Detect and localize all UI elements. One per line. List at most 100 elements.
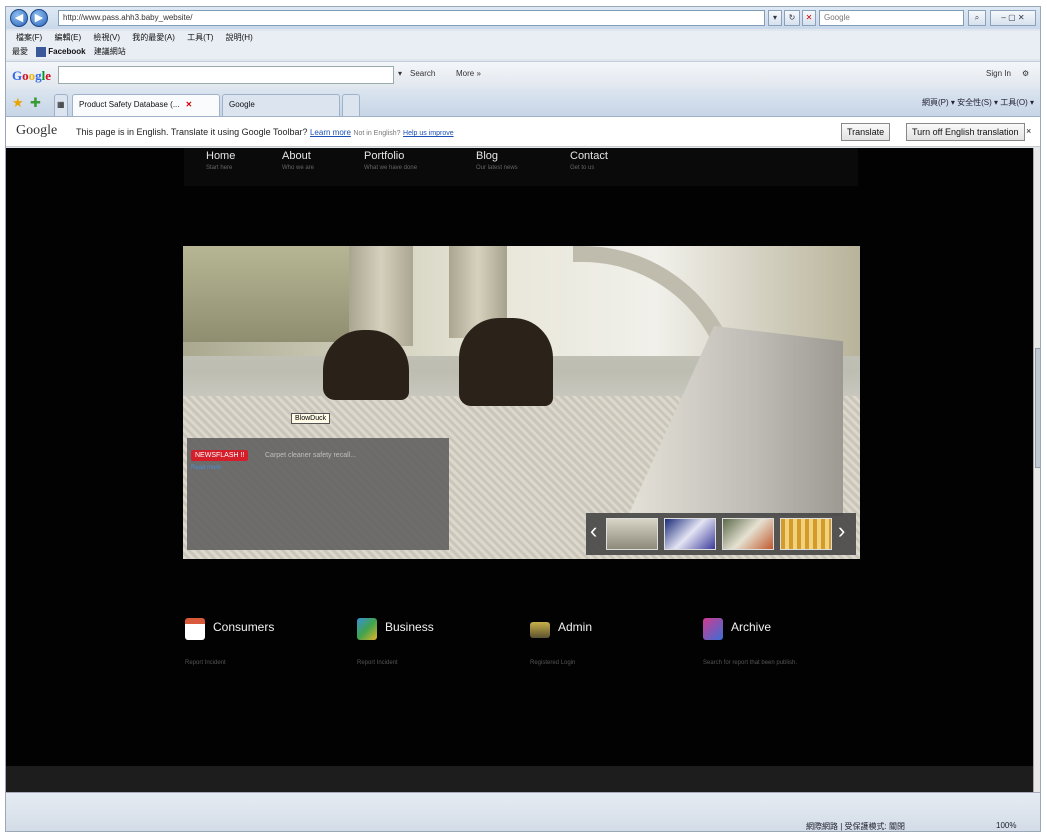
translate-bar: Google This page is in English. Translat…	[6, 117, 1040, 147]
hero-slider[interactable]: BlowDuck NEWSFLASH !! Carpet cleaner saf…	[183, 246, 860, 559]
nav-portfolio-title: Portfolio	[364, 150, 405, 162]
status-bar: 網際網路 | 受保護模式: 關閉 100%	[6, 792, 1040, 831]
slide-thumbnail[interactable]	[780, 518, 832, 550]
command-bar[interactable]: 網頁(P) ▾ 安全性(S) ▾ 工具(O) ▾	[922, 97, 1034, 108]
back-button[interactable]: ◀	[10, 9, 28, 27]
feature-subtitle: Report Incident	[185, 660, 226, 666]
favorites-bar: 最愛 Facebook 建議網站	[6, 45, 1040, 59]
google-toolbar-search-button[interactable]: Search	[410, 69, 435, 78]
nav-portfolio[interactable]: Portfolio What we have done	[364, 150, 417, 171]
stop-icon[interactable]: ✕	[802, 10, 816, 26]
wrench-icon[interactable]: ⚙	[1022, 69, 1029, 78]
help-improve-link[interactable]: Help us improve	[403, 130, 454, 137]
google-toolbar-more[interactable]: More »	[456, 69, 481, 78]
facebook-icon	[36, 46, 47, 57]
nav-home-sub: Start here	[206, 165, 233, 171]
calendar-icon	[185, 618, 205, 640]
google-toolbar: Google ▾ Search More » Sign In ⚙	[6, 61, 1040, 87]
nav-contact-title: Contact	[570, 150, 608, 162]
page-viewport: Home Start here About Who we are Portfol…	[6, 148, 1033, 792]
address-dropdown-button[interactable]: ▾	[768, 10, 782, 26]
feature-title: Archive	[731, 620, 772, 634]
close-translate-bar-icon[interactable]: ×	[1026, 123, 1031, 141]
nav-about[interactable]: About Who we are	[282, 150, 314, 171]
menu-help[interactable]: 說明(H)	[226, 31, 253, 45]
tab-label: Product Safety Database (...	[79, 100, 180, 109]
google-toolbar-dropdown[interactable]: ▾	[398, 69, 402, 78]
browser-window: ◀ ▶ http://www.pass.ahh3.baby_website/ ▾…	[5, 6, 1041, 832]
menu-favorites[interactable]: 我的最愛(A)	[132, 31, 175, 45]
favorites-facebook-label: Facebook	[48, 47, 86, 56]
translate-message-text: This page is in English. Translate it us…	[76, 127, 308, 137]
slide-thumbnail[interactable]	[722, 518, 774, 550]
translate-button[interactable]: Translate	[841, 123, 891, 141]
tab-product-safety[interactable]: Product Safety Database (... ✕	[72, 94, 220, 116]
hero-photo-couch	[183, 246, 363, 342]
archive-icon	[703, 618, 723, 640]
zoom-level[interactable]: 100%	[996, 821, 1016, 830]
learn-more-link[interactable]: Learn more	[310, 128, 351, 137]
security-zone[interactable]: 網際網路 | 受保護模式: 關閉	[806, 821, 905, 831]
turn-off-translation-button[interactable]: Turn off English translation	[906, 123, 1025, 141]
translate-google-logo: Google	[16, 123, 58, 138]
menu-edit[interactable]: 編輯(E)	[54, 31, 81, 45]
window-controls[interactable]: – ▢ ✕	[990, 10, 1036, 26]
hero-photo-shoe	[323, 330, 409, 400]
google-toolbar-logo: Google	[12, 68, 52, 83]
menu-bar: 檔案(F) 編輯(E) 檢視(V) 我的最愛(A) 工具(T) 說明(H)	[6, 31, 1040, 45]
tab-google[interactable]: Google	[222, 94, 340, 116]
menu-view[interactable]: 檢視(V)	[93, 31, 120, 45]
hero-photo-shoe	[459, 318, 553, 406]
slider-thumbnails: ‹ ›	[586, 513, 856, 555]
not-english-link[interactable]: Not in English?	[353, 130, 400, 137]
vertical-scrollbar[interactable]	[1033, 148, 1040, 792]
chevron-right-icon[interactable]: ›	[838, 518, 845, 544]
address-input[interactable]: http://www.pass.ahh3.baby_website/	[58, 10, 765, 26]
favorites-facebook[interactable]: Facebook	[36, 46, 86, 57]
feature-subtitle: Report Incident	[357, 660, 398, 666]
site-navigation: Home Start here About Who we are Portfol…	[184, 148, 858, 186]
chevron-left-icon[interactable]: ‹	[590, 518, 597, 544]
favorites-suggested[interactable]: 建議網站	[94, 47, 126, 56]
feature-title: Business	[385, 620, 434, 634]
nav-blog-sub: Our latest news	[476, 165, 518, 171]
newsflash-badge: NEWSFLASH !!	[191, 450, 249, 461]
nav-home[interactable]: Home Start here	[206, 150, 235, 171]
favorites-star-icon[interactable]: ★	[12, 95, 24, 111]
quick-tabs-button[interactable]: ▦	[54, 94, 68, 116]
address-toolbar: ◀ ▶ http://www.pass.ahh3.baby_website/ ▾…	[6, 7, 1040, 29]
nav-blog-title: Blog	[476, 150, 499, 162]
google-toolbar-signin[interactable]: Sign In	[986, 69, 1011, 78]
folder-icon	[530, 622, 550, 638]
new-tab-button[interactable]	[342, 94, 360, 116]
menu-file[interactable]: 檔案(F)	[16, 31, 42, 45]
read-more-link[interactable]: Read more	[191, 465, 221, 471]
forward-button[interactable]: ▶	[30, 9, 48, 27]
translate-message: This page is in English. Translate it us…	[76, 127, 454, 137]
feature-subtitle: Registered Login	[530, 660, 576, 666]
scrollbar-thumb[interactable]	[1035, 348, 1040, 468]
feature-subtitle: Search for report that been publish.	[703, 660, 798, 666]
slide-thumbnail[interactable]	[606, 518, 658, 550]
google-toolbar-search-input[interactable]	[58, 66, 394, 84]
nav-contact[interactable]: Contact Get to us	[570, 150, 608, 171]
menu-tools[interactable]: 工具(T)	[187, 31, 213, 45]
favorites-label[interactable]: 最愛	[12, 47, 28, 56]
slide-thumbnail[interactable]	[664, 518, 716, 550]
feature-title: Admin	[558, 620, 593, 634]
search-icon[interactable]: ⌕	[968, 10, 986, 26]
browser-search-input[interactable]: Google	[819, 10, 964, 26]
nav-blog[interactable]: Blog Our latest news	[476, 150, 518, 171]
nav-contact-sub: Get to us	[570, 165, 595, 171]
slide-caption: NEWSFLASH !! Carpet cleaner safety recal…	[187, 438, 449, 550]
add-favorite-icon[interactable]: ✚	[30, 95, 41, 111]
close-tab-icon[interactable]: ✕	[186, 100, 193, 109]
refresh-icon[interactable]: ↻	[784, 10, 800, 26]
nav-home-title: Home	[206, 150, 236, 162]
tab-label: Google	[229, 100, 255, 109]
site-footer	[6, 766, 1033, 792]
business-icon	[357, 618, 377, 640]
feature-title: Consumers	[213, 620, 275, 634]
tab-bar: ★ ✚ ▦ Product Safety Database (... ✕ Goog…	[6, 89, 1040, 117]
nav-about-sub: Who we are	[282, 165, 315, 171]
